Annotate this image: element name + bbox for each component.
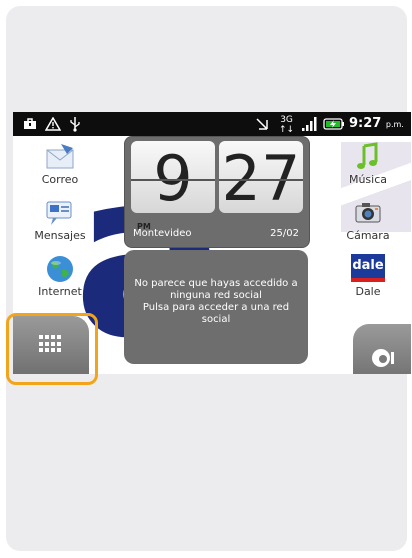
app-correo[interactable]: Correo [25,142,95,186]
social-network-widget[interactable]: No parece que hayas accedido a ninguna r… [124,250,308,364]
phone-button[interactable] [353,324,411,374]
app-mensajes[interactable]: Mensajes [25,198,95,242]
app-camara[interactable]: Cámara [333,198,403,242]
briefcase-icon [23,112,37,136]
social-hint: Pulsa para acceder a una red social [142,302,290,325]
status-clock: 9:27 p.m. [349,116,404,131]
clock-minute: 27 [219,141,303,215]
clock-widget[interactable]: PM 9 27 Montevideo 25/02 [124,136,310,248]
messages-icon [43,198,77,228]
status-bar: 3G ↑↓ 9:27 p.m. [13,112,411,136]
clock-hour: PM 9 [131,141,215,231]
globe-icon [43,254,77,284]
app-internet[interactable]: Internet [25,254,95,298]
music-icon [351,142,385,172]
battery-charging-icon [323,112,345,136]
signal-off-icon [255,112,269,136]
usb-icon [69,112,81,136]
phone-icon [372,349,394,367]
mail-icon [43,142,77,172]
camera-icon [351,198,385,228]
dale-icon: dale [351,254,385,284]
social-message: No parece que hayas accedido a ninguna r… [134,278,298,301]
launcher-highlight [6,313,98,385]
clock-date: 25/02 [270,228,299,239]
app-dale[interactable]: dale Dale [333,254,403,298]
warning-icon [44,112,62,136]
signal-strength-icon [301,112,317,136]
app-musica[interactable]: Música [333,142,403,186]
